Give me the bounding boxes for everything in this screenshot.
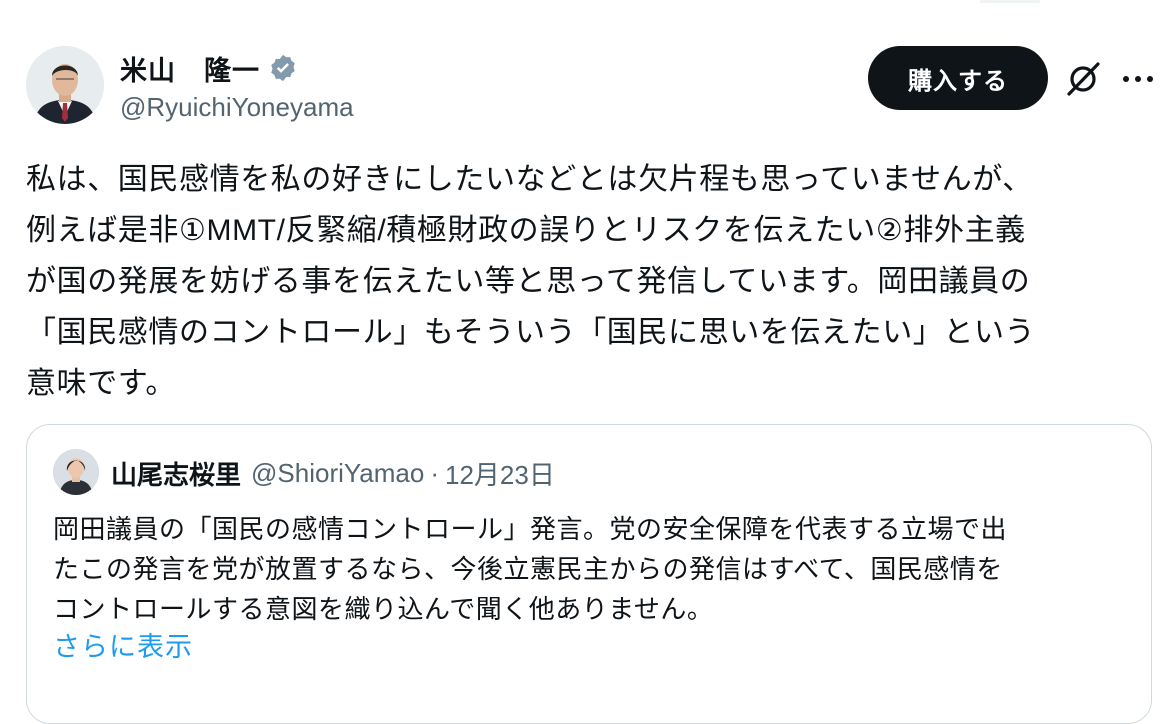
quote-author-avatar[interactable] bbox=[53, 449, 99, 495]
author-name-row: 米山 隆一 bbox=[120, 50, 298, 86]
more-icon[interactable] bbox=[1118, 62, 1158, 94]
top-divider bbox=[980, 0, 1040, 3]
quote-header: 山尾志桜里 @ShioriYamao · 12月23日 bbox=[111, 455, 555, 491]
author-display-name[interactable]: 米山 隆一 bbox=[120, 49, 260, 88]
quote-author-avatar-image bbox=[53, 449, 99, 495]
author-avatar-image bbox=[26, 46, 104, 124]
quote-separator: · bbox=[430, 457, 440, 488]
post-text: 私は、国民感情を私の好きにしたいなどとは欠片程も思っていませんが、 例えば是非①… bbox=[26, 163, 1036, 400]
grok-icon[interactable] bbox=[1064, 60, 1102, 98]
verified-badge-icon bbox=[271, 54, 295, 82]
author-handle[interactable]: @RyuichiYoneyama bbox=[120, 92, 354, 123]
buy-button[interactable]: 購入する bbox=[868, 46, 1048, 110]
quote-author-handle[interactable]: @ShioriYamao bbox=[251, 458, 424, 489]
quoted-post-card[interactable]: 山尾志桜里 @ShioriYamao · 12月23日 岡田議員の「国民の感情コ… bbox=[26, 424, 1152, 724]
quote-date[interactable]: 12月23日 bbox=[445, 455, 555, 492]
quote-author-name[interactable]: 山尾志桜里 bbox=[111, 455, 241, 492]
show-more-link[interactable]: さらに表示 bbox=[53, 625, 193, 664]
quote-text: 岡田議員の「国民の感情コントロール」発言。党の安全保障を代表する立場で出 たこの… bbox=[53, 514, 1008, 624]
author-avatar[interactable] bbox=[26, 46, 104, 124]
